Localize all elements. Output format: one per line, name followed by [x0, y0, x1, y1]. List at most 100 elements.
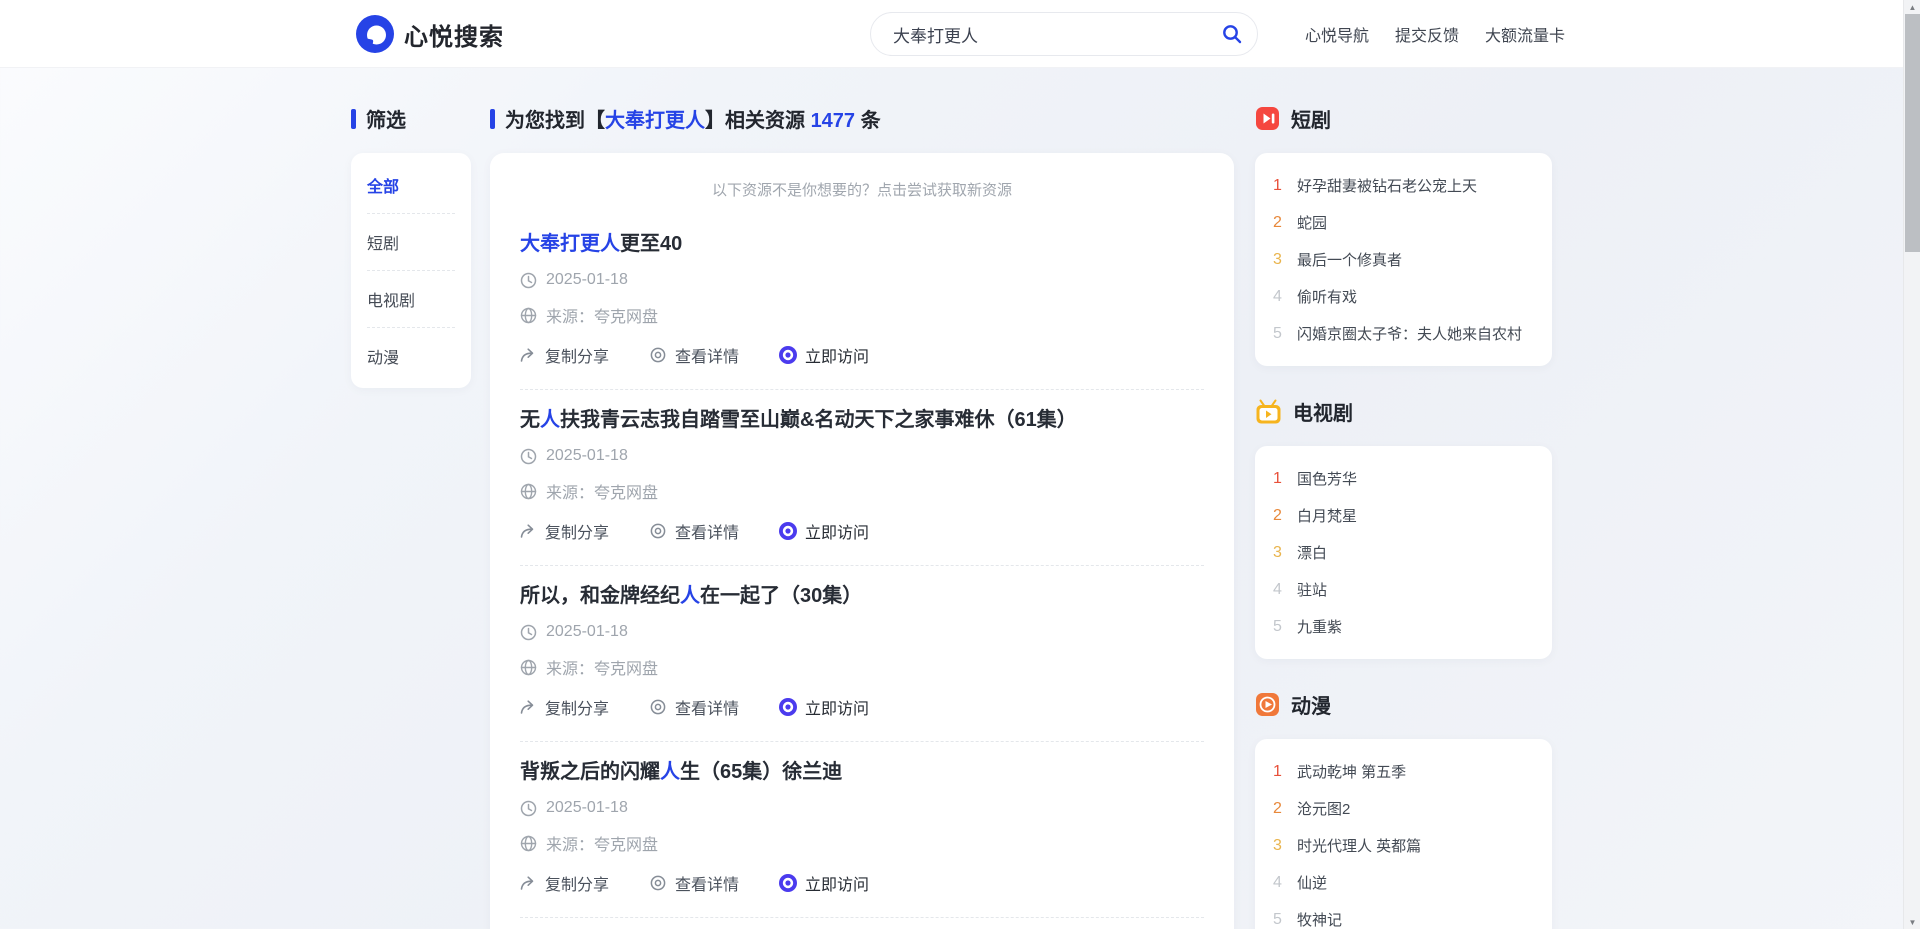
globe-icon [520, 835, 537, 852]
header-nav: 心悦导航 提交反馈 大额流量卡 [1305, 0, 1565, 68]
ranking-item-label: 偷听有戏 [1297, 286, 1357, 307]
result-date-row: 2025-01-18 [520, 623, 1204, 641]
copy-share-button[interactable]: 复制分享 [520, 871, 609, 895]
ranking-item[interactable]: 4仙逆 [1273, 864, 1534, 901]
share-icon [520, 347, 537, 363]
copy-share-label: 复制分享 [545, 519, 609, 543]
ranking-item[interactable]: 3最后一个修真者 [1273, 241, 1534, 278]
clock-icon [520, 800, 537, 817]
rank-number: 3 [1273, 837, 1287, 855]
result-actions: 复制分享 查看详情 立即访问 [520, 519, 1204, 543]
result-source-row: 来源：夸克网盘 [520, 303, 1204, 327]
ranking-panel: 短剧 1好孕甜妻被钻石老公宠上天2蛇园3最后一个修真者4偷听有戏5闪婚京圈太子爷… [1255, 104, 1552, 366]
clock-icon [520, 272, 537, 289]
ranking-item[interactable]: 4偷听有戏 [1273, 278, 1534, 315]
view-detail-button[interactable]: 查看详情 [649, 695, 739, 719]
filter-item-short-drama[interactable]: 短剧 [367, 213, 455, 270]
ranking-card: 1武动乾坤 第五季2沧元图2 3 时光代理人 英都篇 4仙逆5牧神记 [1255, 739, 1552, 929]
view-detail-button[interactable]: 查看详情 [649, 343, 739, 367]
result-source-row: 来源：夸克网盘 [520, 831, 1204, 855]
filter-item-anime[interactable]: 动漫 [367, 327, 455, 384]
nav-link-feedback[interactable]: 提交反馈 [1395, 22, 1459, 46]
tv-drama-icon [1255, 399, 1282, 425]
ranking-item[interactable]: 5闪婚京圈太子爷：夫人她来自农村 [1273, 315, 1534, 352]
scrollbar: ▲ ▼ [1903, 0, 1920, 929]
rank-number: 1 [1273, 470, 1287, 488]
ranking-card: 1好孕甜妻被钻石老公宠上天2蛇园3最后一个修真者4偷听有戏5闪婚京圈太子爷：夫人… [1255, 153, 1552, 366]
ranking-item-label: 时光代理人 英都篇 [1297, 835, 1421, 856]
result-item: 家族将亡，植物人的我苏醒了（33集） 2025-01-18 来源：夸克网盘 [520, 917, 1204, 929]
visit-now-label: 立即访问 [805, 519, 869, 543]
view-detail-label: 查看详情 [675, 343, 739, 367]
title-text: 在一起了（30集） [700, 585, 862, 607]
ranking-panel-title: 电视剧 [1293, 397, 1353, 426]
result-source: 来源：夸克网盘 [546, 479, 658, 503]
copy-share-button[interactable]: 复制分享 [520, 695, 609, 719]
ranking-panel-header: 短剧 [1255, 104, 1552, 133]
result-date-row: 2025-01-18 [520, 271, 1204, 289]
rank-number: 4 [1273, 874, 1287, 892]
copy-share-label: 复制分享 [545, 695, 609, 719]
logo[interactable]: 心悦搜索 [355, 14, 504, 54]
rank-number: 2 [1273, 507, 1287, 525]
view-detail-button[interactable]: 查看详情 [649, 519, 739, 543]
filter-title: 筛选 [351, 104, 471, 133]
ranking-item-label: 闪婚京圈太子爷：夫人她来自农村 [1297, 323, 1522, 344]
logo-icon [355, 14, 395, 54]
ranking-item[interactable]: 5牧神记 [1273, 901, 1534, 929]
rank-number: 3 [1273, 544, 1287, 562]
title-text: 生（65集）徐兰迪 [680, 761, 842, 783]
title-accent-bar [351, 109, 356, 129]
title-text: 背叛之后的闪耀 [520, 761, 660, 783]
visit-now-button[interactable]: 立即访问 [779, 519, 869, 543]
results-header-text: 为您找到【大奉打更人】相关资源 1477 条 [505, 104, 881, 133]
copy-share-button[interactable]: 复制分享 [520, 343, 609, 367]
result-title[interactable]: 背叛之后的闪耀人生（65集）徐兰迪 [520, 759, 1204, 785]
search-input[interactable] [893, 24, 1221, 44]
ranking-item[interactable]: 1国色芳华 [1273, 460, 1534, 497]
filter-item-all[interactable]: 全部 [367, 157, 455, 213]
visit-now-button[interactable]: 立即访问 [779, 695, 869, 719]
keyword-highlight: 人 [540, 409, 560, 431]
scrollbar-up-arrow[interactable]: ▲ [1904, 0, 1920, 14]
result-title[interactable]: 大奉打更人更至40 [520, 231, 1204, 257]
ranking-item[interactable]: 3漂白 [1273, 534, 1534, 571]
visit-now-button[interactable]: 立即访问 [779, 871, 869, 895]
result-actions: 复制分享 查看详情 立即访问 [520, 343, 1204, 367]
nav-link-data-card[interactable]: 大额流量卡 [1485, 22, 1565, 46]
nav-link-daohang[interactable]: 心悦导航 [1305, 22, 1369, 46]
scrollbar-down-arrow[interactable]: ▼ [1904, 915, 1920, 929]
ranking-panel-title: 动漫 [1291, 690, 1331, 719]
view-detail-button[interactable]: 查看详情 [649, 871, 739, 895]
ranking-item[interactable]: 2白月梵星 [1273, 497, 1534, 534]
ranking-item[interactable]: 1好孕甜妻被钻石老公宠上天 [1273, 167, 1534, 204]
ranking-item[interactable]: 1武动乾坤 第五季 [1273, 753, 1534, 790]
globe-icon [520, 307, 537, 324]
search-button[interactable] [1221, 23, 1243, 45]
ranking-item-label: 牧神记 [1297, 909, 1342, 929]
ranking-item[interactable]: 5九重紫 [1273, 608, 1534, 645]
ranking-item[interactable]: 4驻站 [1273, 571, 1534, 608]
title-text: 无 [520, 409, 540, 431]
result-title[interactable]: 所以，和金牌经纪人在一起了（30集） [520, 583, 1204, 609]
result-date: 2025-01-18 [546, 623, 628, 641]
ranking-item-label: 好孕甜妻被钻石老公宠上天 [1297, 175, 1477, 196]
ranking-item[interactable]: 2蛇园 [1273, 204, 1534, 241]
ranking-item[interactable]: 3 时光代理人 英都篇 [1273, 827, 1534, 864]
result-title[interactable]: 无人扶我青云志我自踏雪至山巅&名动天下之家事难休（61集） [520, 407, 1204, 433]
ranking-item[interactable]: 2沧元图2 [1273, 790, 1534, 827]
results-keyword: 大奉打更人 [605, 110, 705, 132]
result-actions: 复制分享 查看详情 立即访问 [520, 871, 1204, 895]
scrollbar-thumb[interactable] [1905, 14, 1920, 252]
results-header: 为您找到【大奉打更人】相关资源 1477 条 [490, 104, 1234, 133]
visit-now-button[interactable]: 立即访问 [779, 343, 869, 367]
result-source: 来源：夸克网盘 [546, 303, 658, 327]
result-source-row: 来源：夸克网盘 [520, 655, 1204, 679]
filter-item-tv-drama[interactable]: 电视剧 [367, 270, 455, 327]
rank-number: 2 [1273, 214, 1287, 232]
copy-share-button[interactable]: 复制分享 [520, 519, 609, 543]
keyword-highlight: 人 [660, 761, 680, 783]
title-text: 扶我青云志我自踏雪至山巅&名动天下之家事难休（61集） [560, 409, 1077, 431]
copy-share-label: 复制分享 [545, 871, 609, 895]
refresh-resources-link[interactable]: 以下资源不是你想要的？点击尝试获取新资源 [520, 179, 1204, 200]
